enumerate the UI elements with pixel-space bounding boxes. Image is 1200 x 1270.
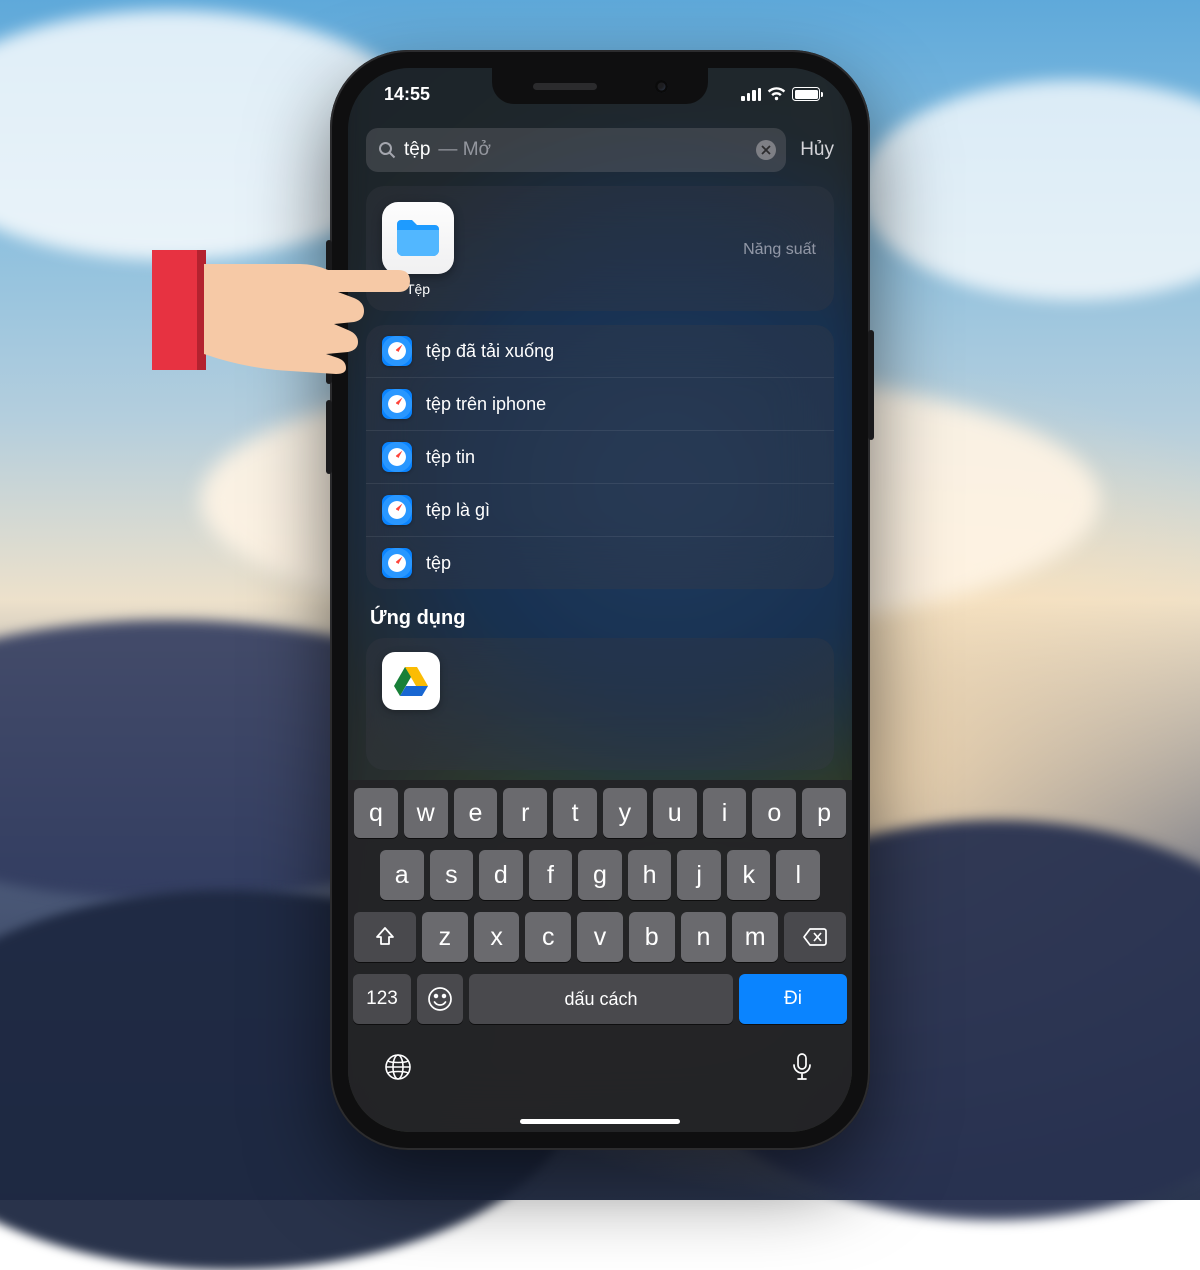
key-i[interactable]: i — [703, 788, 747, 838]
key-l[interactable]: l — [776, 850, 820, 900]
key-z[interactable]: z — [422, 912, 468, 962]
safari-icon — [382, 389, 412, 419]
globe-icon — [383, 1052, 413, 1082]
top-hit-card[interactable]: Tệp Năng suất — [366, 186, 834, 311]
key-u[interactable]: u — [653, 788, 697, 838]
search-icon — [378, 141, 396, 159]
dictation-key[interactable] — [785, 1050, 819, 1084]
backspace-icon — [802, 927, 828, 947]
key-b[interactable]: b — [629, 912, 675, 962]
key-r[interactable]: r — [503, 788, 547, 838]
key-n[interactable]: n — [681, 912, 727, 962]
key-j[interactable]: j — [677, 850, 721, 900]
numbers-key[interactable]: 123 — [353, 974, 411, 1024]
apps-section-card — [366, 638, 834, 770]
suggestion-text: tệp tin — [426, 447, 475, 468]
key-v[interactable]: v — [577, 912, 623, 962]
safari-icon — [382, 548, 412, 578]
key-q[interactable]: q — [354, 788, 398, 838]
app-category: Năng suất — [743, 241, 816, 259]
pointing-hand-illustration — [152, 234, 416, 386]
key-g[interactable]: g — [578, 850, 622, 900]
suggestion-row[interactable]: tệp đã tải xuống — [366, 325, 834, 377]
key-y[interactable]: y — [603, 788, 647, 838]
emoji-key[interactable] — [417, 974, 463, 1024]
home-indicator[interactable] — [520, 1119, 680, 1124]
section-apps-title: Ứng dụng — [348, 603, 852, 638]
keyboard: qwertyuiop asdfghjkl zxcvbnm 123 dấu các… — [348, 780, 852, 1132]
emoji-icon — [427, 986, 453, 1012]
suggestion-row[interactable]: tệp trên iphone — [366, 377, 834, 430]
key-e[interactable]: e — [454, 788, 498, 838]
suggestion-text: tệp — [426, 553, 451, 574]
suggestions-card: tệp đã tải xuống tệp trên iphone tệp tin… — [366, 325, 834, 589]
key-h[interactable]: h — [628, 850, 672, 900]
cellular-icon — [741, 88, 761, 101]
suggestion-text: tệp là gì — [426, 500, 490, 521]
battery-icon — [792, 87, 820, 101]
key-d[interactable]: d — [479, 850, 523, 900]
search-input[interactable]: tệp — Mở — [366, 128, 786, 172]
space-key[interactable]: dấu cách — [469, 974, 733, 1024]
go-key[interactable]: Đi — [739, 974, 847, 1024]
suggestion-row[interactable]: tệp tin — [366, 430, 834, 483]
safari-icon — [382, 442, 412, 472]
suggestion-text: tệp đã tải xuống — [426, 341, 554, 362]
search-query-text: tệp — [404, 139, 430, 161]
key-w[interactable]: w — [404, 788, 448, 838]
shift-key[interactable] — [354, 912, 416, 962]
key-f[interactable]: f — [529, 850, 573, 900]
close-icon — [761, 145, 771, 155]
key-s[interactable]: s — [430, 850, 474, 900]
cancel-button[interactable]: Hủy — [800, 139, 834, 161]
key-k[interactable]: k — [727, 850, 771, 900]
key-t[interactable]: t — [553, 788, 597, 838]
suggestion-text: tệp trên iphone — [426, 394, 546, 415]
key-o[interactable]: o — [752, 788, 796, 838]
key-x[interactable]: x — [474, 912, 520, 962]
notch — [492, 68, 708, 104]
google-drive-app-icon[interactable] — [382, 652, 440, 710]
phone-mockup: 14:55 tệp — Mở Hủy — [330, 50, 870, 1150]
wifi-icon — [767, 87, 786, 101]
safari-icon — [382, 495, 412, 525]
backspace-key[interactable] — [784, 912, 846, 962]
globe-key[interactable] — [381, 1050, 415, 1084]
suggestion-row[interactable]: tệp — [366, 536, 834, 589]
key-a[interactable]: a — [380, 850, 424, 900]
search-hint: — Mở — [438, 139, 491, 161]
clear-search-button[interactable] — [756, 140, 776, 160]
mic-icon — [790, 1052, 814, 1082]
key-m[interactable]: m — [732, 912, 778, 962]
suggestion-row[interactable]: tệp là gì — [366, 483, 834, 536]
shift-icon — [374, 926, 396, 948]
key-c[interactable]: c — [525, 912, 571, 962]
status-time: 14:55 — [384, 84, 430, 105]
key-p[interactable]: p — [802, 788, 846, 838]
